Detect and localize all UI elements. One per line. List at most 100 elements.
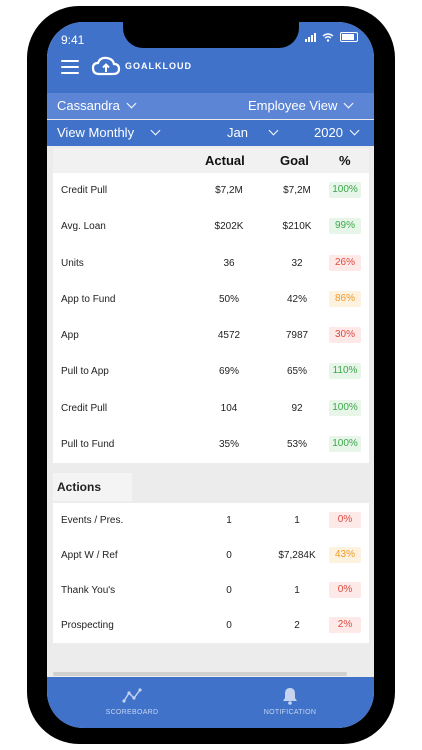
percent-badge: 86% bbox=[329, 290, 361, 307]
table-row[interactable]: Prospecting 0 2 2% bbox=[53, 608, 369, 643]
percent-badge: 100% bbox=[329, 399, 361, 416]
row-label: Thank You's bbox=[61, 585, 116, 597]
bell-icon bbox=[283, 688, 297, 705]
chevron-down-icon bbox=[150, 125, 161, 136]
row-label: Credit Pull bbox=[61, 185, 108, 196]
month-select[interactable]: Jan bbox=[227, 125, 279, 140]
table-row[interactable]: App to Fund 50% 42% 86% bbox=[53, 282, 369, 318]
row-actual: 0 bbox=[226, 585, 232, 597]
menu-icon[interactable] bbox=[61, 60, 79, 74]
percent-badge: 43% bbox=[329, 547, 361, 564]
table-row[interactable]: Pull to App 69% 65% 110% bbox=[53, 354, 369, 390]
month-select-value: Jan bbox=[227, 125, 248, 140]
user-select[interactable]: Cassandra bbox=[57, 98, 137, 113]
tab-scoreboard[interactable]: SCOREBOARD bbox=[87, 687, 177, 716]
header-goal: Goal bbox=[280, 153, 309, 168]
period-select[interactable]: View Monthly bbox=[57, 125, 161, 140]
row-goal: 1 bbox=[294, 515, 300, 527]
row-label: Appt W / Ref bbox=[61, 550, 118, 562]
phone-screen: 9:41 GOALKLOUD Cassandra Employee View V… bbox=[47, 22, 374, 728]
selector-row-1: Cassandra Employee View bbox=[47, 93, 374, 119]
table-row[interactable]: Avg. Loan $202K $210K 99% bbox=[53, 209, 369, 245]
row-actual: 104 bbox=[220, 402, 238, 414]
percent-badge: 30% bbox=[329, 327, 361, 344]
table-row[interactable]: App 4572 7987 30% bbox=[53, 318, 369, 354]
row-label: App bbox=[61, 330, 79, 342]
row-goal: 53% bbox=[286, 439, 307, 451]
row-actual: 35% bbox=[218, 439, 239, 451]
row-label: Pull to Fund bbox=[61, 439, 115, 451]
horizontal-scrollbar[interactable] bbox=[53, 672, 347, 676]
period-select-value: View Monthly bbox=[57, 125, 135, 140]
view-select[interactable]: Employee View bbox=[248, 98, 354, 113]
row-actual: 1 bbox=[226, 515, 232, 527]
row-actual: 4572 bbox=[217, 330, 241, 342]
row-actual: $202K bbox=[214, 221, 244, 233]
actions-header: Actions bbox=[53, 473, 369, 504]
user-select-value: Cassandra bbox=[57, 98, 120, 113]
row-goal: 7987 bbox=[285, 330, 309, 342]
row-goal: $7,284K bbox=[278, 550, 316, 562]
table-header: Actual Goal % bbox=[53, 148, 369, 173]
row-label: Units bbox=[61, 257, 84, 269]
chevron-down-icon bbox=[343, 98, 354, 109]
view-select-value: Employee View bbox=[248, 98, 338, 113]
table-row[interactable]: Thank You's 0 1 0% bbox=[53, 573, 369, 608]
metrics-table: Credit Pull $7,2M $7,2M 100% Avg. Loan $202K $… bbox=[53, 173, 369, 464]
row-goal: 1 bbox=[294, 585, 300, 597]
percent-badge: 100% bbox=[329, 436, 361, 453]
row-goal: $7,2M bbox=[283, 185, 311, 196]
row-actual: 0 bbox=[226, 550, 232, 562]
app-logo: GOALKLOUD bbox=[91, 56, 192, 76]
row-actual: 50% bbox=[218, 293, 239, 305]
chevron-down-icon bbox=[349, 125, 360, 136]
signal-icon bbox=[305, 32, 316, 42]
table-row[interactable]: Credit Pull $7,2M $7,2M 100% bbox=[53, 173, 369, 209]
wifi-icon bbox=[322, 32, 334, 42]
table-row[interactable]: Credit Pull 104 92 100% bbox=[53, 391, 369, 427]
row-label: Pull to App bbox=[61, 366, 109, 378]
tab-scoreboard-label: SCOREBOARD bbox=[105, 709, 159, 716]
percent-badge: 2% bbox=[329, 617, 361, 634]
year-select-value: 2020 bbox=[314, 125, 343, 140]
table-row[interactable]: Events / Pres. 1 1 0% bbox=[53, 503, 369, 538]
actions-table: Events / Pres. 1 1 0% Appt W / Ref 0 $7,284K 43… bbox=[53, 503, 369, 644]
row-goal: $210K bbox=[282, 221, 312, 233]
percent-badge: 110% bbox=[329, 363, 361, 380]
year-select[interactable]: 2020 bbox=[314, 125, 360, 140]
notch bbox=[123, 22, 299, 48]
row-label: Credit Pull bbox=[61, 402, 108, 414]
percent-badge: 0% bbox=[329, 512, 361, 529]
tab-notification[interactable]: NOTIFICATION bbox=[245, 687, 335, 716]
logo-text: GOALKLOUD bbox=[125, 61, 192, 71]
header-actual: Actual bbox=[205, 153, 245, 168]
status-time: 9:41 bbox=[61, 33, 85, 47]
row-goal: 65% bbox=[286, 366, 307, 378]
chevron-down-icon bbox=[268, 125, 279, 136]
row-goal: 32 bbox=[291, 257, 303, 269]
row-actual: $7,2M bbox=[215, 185, 243, 196]
scoreboard-content: Actual Goal % Credit Pull $7,2M $7,2M 100% A… bbox=[53, 148, 369, 644]
system-icons bbox=[305, 32, 358, 42]
scoreboard-icon bbox=[122, 688, 142, 703]
row-goal: 92 bbox=[291, 402, 303, 414]
table-row[interactable]: Appt W / Ref 0 $7,284K 43% bbox=[53, 538, 369, 573]
row-goal: 42% bbox=[286, 293, 307, 305]
row-label: App to Fund bbox=[61, 293, 116, 305]
row-label: Prospecting bbox=[61, 620, 114, 632]
tab-notification-label: NOTIFICATION bbox=[263, 709, 317, 716]
table-row[interactable]: Units 36 32 26% bbox=[53, 246, 369, 282]
row-actual: 0 bbox=[226, 620, 232, 632]
percent-badge: 99% bbox=[329, 218, 361, 235]
row-label: Avg. Loan bbox=[61, 221, 106, 233]
row-label: Events / Pres. bbox=[61, 515, 124, 527]
tab-bar: SCOREBOARD NOTIFICATION bbox=[47, 677, 374, 728]
row-actual: 36 bbox=[223, 257, 235, 269]
table-row[interactable]: Pull to Fund 35% 53% 100% bbox=[53, 427, 369, 463]
percent-badge: 100% bbox=[329, 182, 361, 198]
actions-title: Actions bbox=[53, 473, 132, 502]
header-percent: % bbox=[339, 153, 351, 168]
percent-badge: 0% bbox=[329, 582, 361, 599]
cloud-logo-icon bbox=[91, 56, 121, 76]
battery-icon bbox=[340, 32, 358, 42]
